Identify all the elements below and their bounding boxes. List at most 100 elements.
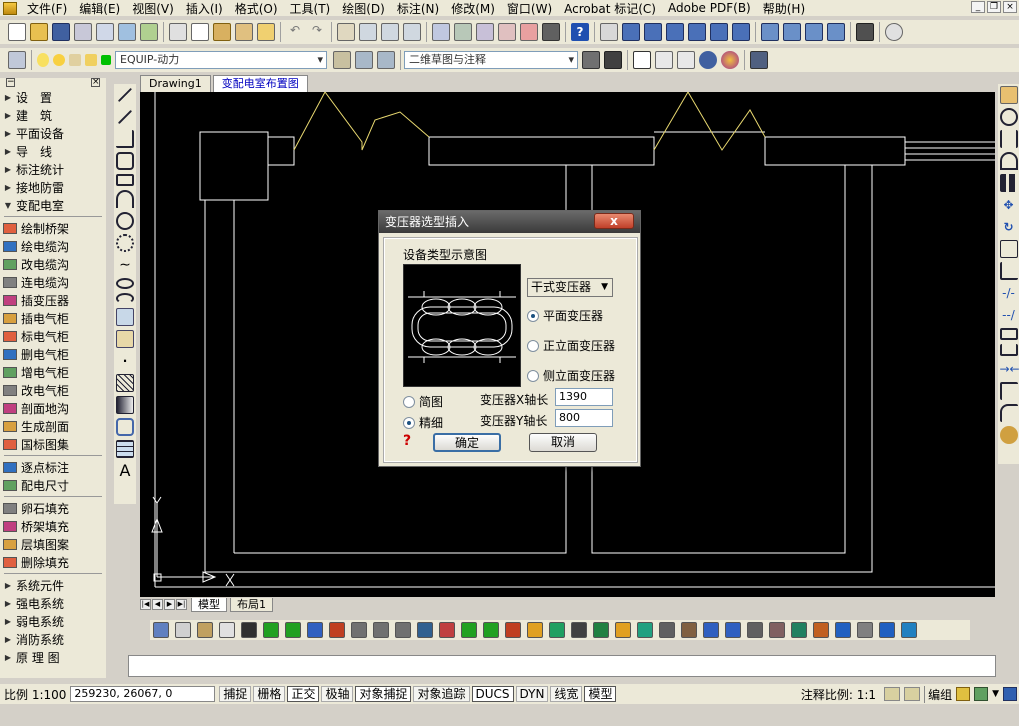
fillet-icon[interactable] <box>999 404 1018 422</box>
transformer-type-select[interactable]: 干式变压器 <box>527 278 613 297</box>
view-left-icon[interactable] <box>666 23 684 41</box>
first-tab-icon[interactable]: |◀ <box>140 599 151 610</box>
calculator-icon[interactable] <box>542 23 560 41</box>
view-bottom-icon[interactable] <box>644 23 662 41</box>
array-icon[interactable] <box>999 174 1018 192</box>
prev-tab-icon[interactable]: ◀ <box>152 599 163 610</box>
properties-icon[interactable] <box>432 23 450 41</box>
chamfer-icon[interactable] <box>999 382 1018 400</box>
sidebar-item[interactable]: 桥架填充 <box>0 517 106 535</box>
menu-edit[interactable]: 编辑(E) <box>73 0 126 17</box>
menu-dimension[interactable]: 标注(N) <box>391 0 445 17</box>
x-length-input[interactable]: 1390 <box>555 388 613 406</box>
materials-icon[interactable] <box>750 51 768 69</box>
app-icon[interactable] <box>3 1 17 15</box>
command-line[interactable] <box>128 655 996 677</box>
sidebar-item[interactable]: ▶ 原 理 图 <box>0 648 106 666</box>
ducs-toggle[interactable]: DUCS <box>471 686 514 702</box>
bottom-tool-icon[interactable] <box>285 622 301 638</box>
bottom-tool-icon[interactable] <box>681 622 697 638</box>
bottom-tool-icon[interactable] <box>197 622 213 638</box>
bottom-tool-icon[interactable] <box>373 622 389 638</box>
scale-icon[interactable] <box>999 240 1018 258</box>
model-toggle[interactable]: 模型 <box>584 686 617 702</box>
draw-2d-icon[interactable] <box>633 51 651 69</box>
lock-icon[interactable] <box>956 687 971 701</box>
named-views-icon[interactable] <box>600 23 618 41</box>
table-icon[interactable] <box>116 440 134 458</box>
render-sphere-icon[interactable] <box>721 51 739 69</box>
offset-icon[interactable] <box>999 152 1018 170</box>
layer-state-bulb-icon[interactable] <box>37 53 49 67</box>
erase-icon[interactable] <box>999 86 1018 104</box>
minimize-icon[interactable]: _ <box>971 1 985 13</box>
copy-icon[interactable] <box>191 23 209 41</box>
bottom-tool-icon[interactable] <box>461 622 477 638</box>
region-icon[interactable] <box>116 418 134 436</box>
sidebar-item[interactable]: 改电气柜 <box>0 381 106 399</box>
bottom-tool-icon[interactable] <box>153 622 169 638</box>
bottom-tool-icon[interactable] <box>527 622 543 638</box>
sidebar-item[interactable]: ▶ 平面设备 <box>0 124 106 142</box>
bottom-tool-icon[interactable] <box>307 622 323 638</box>
polyline-icon[interactable] <box>116 130 134 148</box>
point-icon[interactable]: · <box>116 352 134 370</box>
otrack-toggle[interactable]: 对象追踪 <box>413 686 470 702</box>
cancel-button[interactable]: 取消 <box>529 433 597 452</box>
tab-model[interactable]: 模型 <box>191 597 227 612</box>
view-sw-iso-icon[interactable] <box>761 23 779 41</box>
bottom-tool-icon[interactable] <box>703 622 719 638</box>
bottom-tool-icon[interactable] <box>505 622 521 638</box>
sphere-icon[interactable] <box>699 51 717 69</box>
sidebar-item[interactable]: ▶ 建 筑 <box>0 106 106 124</box>
lineweight-toggle[interactable]: 线宽 <box>550 686 583 702</box>
bottom-tool-icon[interactable] <box>813 622 829 638</box>
sidebar-item[interactable]: ▶ 系统元件 <box>0 576 106 594</box>
sidebar-item[interactable]: ▶ 标注统计 <box>0 160 106 178</box>
publish-icon[interactable] <box>118 23 136 41</box>
menu-tools[interactable]: 工具(T) <box>284 0 337 17</box>
design-center-icon[interactable] <box>454 23 472 41</box>
collapse-icon[interactable]: − <box>6 77 15 87</box>
next-tab-icon[interactable]: ▶ <box>164 599 175 610</box>
layer-previous-icon[interactable] <box>355 51 373 69</box>
bottom-tool-icon[interactable] <box>483 622 499 638</box>
preview-icon[interactable] <box>96 23 114 41</box>
polygon-icon[interactable] <box>116 152 134 170</box>
box-icon[interactable] <box>655 51 673 69</box>
sidebar-item[interactable]: 逐点标注 <box>0 458 106 476</box>
wedge-icon[interactable] <box>677 51 695 69</box>
sidebar-item[interactable]: 插电气柜 <box>0 309 106 327</box>
camera-icon[interactable] <box>856 23 874 41</box>
tab-substation-layout[interactable]: 变配电室布置图 <box>212 75 308 92</box>
dialog-titlebar[interactable]: 变压器选型插入 x <box>379 211 640 233</box>
sidebar-item[interactable]: 改电缆沟 <box>0 255 106 273</box>
revision-cloud-icon[interactable] <box>116 234 134 252</box>
bottom-tool-icon[interactable] <box>659 622 675 638</box>
sidebar-item[interactable]: 插变压器 <box>0 291 106 309</box>
view-front-icon[interactable] <box>710 23 728 41</box>
osnap-toggle[interactable]: 对象捕捉 <box>355 686 412 702</box>
sidebar-item[interactable]: ▶ 消防系统 <box>0 630 106 648</box>
break-at-point-icon[interactable] <box>999 328 1018 340</box>
mirror-icon[interactable] <box>999 130 1018 148</box>
stretch-icon[interactable] <box>999 262 1018 280</box>
ellipse-arc-icon[interactable] <box>116 293 134 304</box>
trim-icon[interactable]: -/- <box>1000 284 1018 302</box>
undo-icon[interactable]: ↶ <box>286 23 304 41</box>
sidebar-item[interactable]: 标电气柜 <box>0 327 106 345</box>
radio-plan-view[interactable]: 平面变压器 <box>527 307 603 324</box>
menu-file[interactable]: 文件(F) <box>21 0 73 17</box>
polar-toggle[interactable]: 极轴 <box>321 686 354 702</box>
zoom-previous-icon[interactable] <box>403 23 421 41</box>
help-icon[interactable]: ? <box>571 23 589 41</box>
line-icon[interactable] <box>117 87 133 103</box>
bottom-tool-icon[interactable] <box>175 622 191 638</box>
sidebar-item[interactable]: ▶ 强电系统 <box>0 594 106 612</box>
new-icon[interactable] <box>8 23 26 41</box>
make-current-layer-icon[interactable] <box>333 51 351 69</box>
block-editor-icon[interactable] <box>257 23 275 41</box>
radio-detailed[interactable]: 精细 <box>403 414 443 431</box>
close-icon[interactable]: × <box>1003 1 1017 13</box>
sidebar-item[interactable]: ▶ 接地防雷 <box>0 178 106 196</box>
